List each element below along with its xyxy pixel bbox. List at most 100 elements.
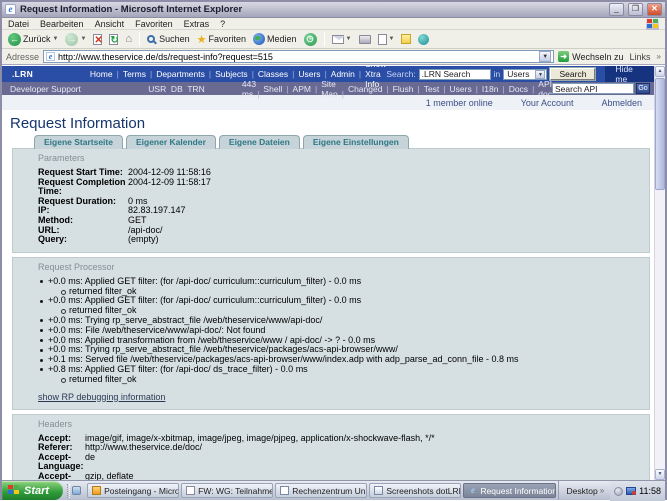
toolbar-separator xyxy=(324,32,325,46)
restore-button[interactable]: ❐ xyxy=(628,3,643,16)
parameter-label: Request Duration: xyxy=(38,197,128,207)
links-chevron-icon[interactable]: » xyxy=(657,52,661,61)
tab[interactable]: Eigene Dateien xyxy=(219,135,300,149)
developer-link[interactable]: API doc xyxy=(538,79,552,99)
discuss-button[interactable] xyxy=(399,33,413,45)
back-button[interactable]: ← Zurück ▼ xyxy=(6,32,60,47)
address-dropdown-icon[interactable]: ▼ xyxy=(539,51,551,62)
page-title: Request Information xyxy=(2,110,654,135)
logout-link[interactable]: Abmelden xyxy=(601,98,642,108)
start-button[interactable]: Start xyxy=(2,481,63,500)
lrn-search-submit-button[interactable]: Search xyxy=(550,68,595,80)
tab[interactable]: Eigene Einstellungen xyxy=(303,135,409,149)
lrn-nav-link[interactable]: Home xyxy=(90,69,123,79)
lrn-nav-link[interactable]: Classes xyxy=(258,69,298,79)
tab[interactable]: Eigene Startseite xyxy=(34,135,123,149)
menu-item[interactable]: Ansicht xyxy=(95,19,125,29)
desktop-chevron-icon[interactable]: » xyxy=(600,486,604,495)
edit-button[interactable]: ▼ xyxy=(376,33,397,46)
api-search-input[interactable] xyxy=(552,83,634,94)
taskbar-button[interactable]: Posteingang - Micros... xyxy=(87,483,179,498)
minimize-button[interactable]: _ xyxy=(609,3,624,16)
edit-dropdown-icon[interactable]: ▼ xyxy=(389,36,395,42)
edit-icon xyxy=(378,34,387,45)
address-input-box[interactable]: e ▼ xyxy=(43,50,554,63)
parameter-row: Query: (empty) xyxy=(38,235,643,245)
lrn-nav-link[interactable]: Admin xyxy=(331,69,365,79)
lrn-nav-link[interactable]: Subjects xyxy=(215,69,258,79)
menu-item[interactable]: Bearbeiten xyxy=(40,19,84,29)
lrn-logo[interactable]: .LRN xyxy=(2,69,90,79)
print-icon xyxy=(359,35,371,44)
your-account-link[interactable]: Your Account xyxy=(521,98,574,108)
lrn-nav-link[interactable]: Terms xyxy=(123,69,156,79)
developer-link[interactable]: Docs xyxy=(509,84,539,94)
scrollbar-thumb[interactable] xyxy=(655,78,665,190)
hide-me-link[interactable]: Hide me xyxy=(605,66,654,82)
mail-button[interactable]: ▼ xyxy=(330,34,354,45)
tray-clock-icon[interactable] xyxy=(614,487,623,496)
print-button[interactable] xyxy=(357,34,373,45)
tab[interactable]: Eigener Kalender xyxy=(126,135,216,149)
tray-time: 11:58 xyxy=(639,486,661,496)
forward-button[interactable]: → ▼ xyxy=(63,32,88,47)
developer-link[interactable]: Changed xyxy=(348,84,393,94)
developer-link[interactable]: Shell xyxy=(263,84,292,94)
go-button[interactable]: ➜ Wechseln zu xyxy=(558,51,623,62)
menu-item[interactable]: Extras xyxy=(184,19,210,29)
parameters-heading: Parameters xyxy=(38,153,643,163)
taskbar-button[interactable]: Screenshots dotLRN... xyxy=(369,483,461,498)
parameter-value: /api-doc/ xyxy=(128,226,643,236)
header-label: Accept-Language: xyxy=(38,453,85,472)
parameter-value: GET xyxy=(128,216,643,226)
stop-button[interactable]: ✕ xyxy=(91,33,104,46)
tray-network-icon[interactable] xyxy=(626,487,636,495)
toolbar-handle[interactable] xyxy=(67,484,70,498)
lrn-nav-link[interactable]: Departments xyxy=(156,69,215,79)
developer-link[interactable]: Test xyxy=(424,84,450,94)
menu-item[interactable]: Favoriten xyxy=(135,19,173,29)
request-processor-heading: Request Processor xyxy=(38,262,643,272)
menu-item[interactable]: ? xyxy=(220,19,225,29)
api-search-go-button[interactable]: Go xyxy=(636,83,650,94)
mail-icon xyxy=(332,35,344,44)
developer-link[interactable]: I18n xyxy=(482,84,509,94)
taskbar-button[interactable]: Rechenzentrum Uni K... xyxy=(275,483,367,498)
content-panels: Parameters Request Start Time: 2004-12-0… xyxy=(2,148,654,480)
taskbar-button[interactable]: e Request Information ... xyxy=(463,483,555,498)
media-button[interactable]: Medien xyxy=(251,32,299,46)
quick-launch-icon[interactable] xyxy=(72,486,81,495)
parameter-label: Request Completion Time: xyxy=(38,178,128,197)
taskbar-button-label: Request Information ... xyxy=(480,486,555,496)
scrollbar-track[interactable] xyxy=(655,191,665,469)
scroll-up-icon[interactable]: ▲ xyxy=(655,66,665,77)
address-label: Adresse xyxy=(6,52,39,62)
developer-link[interactable]: 443 ms xyxy=(242,79,264,99)
developer-link[interactable]: APM xyxy=(293,84,322,94)
rp-debug-link[interactable]: show RP debugging information xyxy=(38,392,165,402)
history-button[interactable]: ◷ xyxy=(302,32,319,47)
search-button[interactable]: Suchen xyxy=(145,33,192,45)
developer-support-link[interactable]: Developer Support xyxy=(2,84,148,94)
address-input[interactable] xyxy=(58,52,536,62)
address-bar: Adresse e ▼ ➜ Wechseln zu Links » xyxy=(2,49,665,65)
scroll-down-icon[interactable]: ▼ xyxy=(655,469,665,480)
close-button[interactable]: ✕ xyxy=(647,3,662,16)
forward-dropdown-icon[interactable]: ▼ xyxy=(80,36,86,42)
developer-link[interactable]: Flush xyxy=(393,84,424,94)
header-row: Accept-Encoding: gzip, deflate xyxy=(38,472,643,480)
mail-dropdown-icon[interactable]: ▼ xyxy=(346,36,352,42)
lrn-nav-link[interactable]: Users xyxy=(298,69,330,79)
refresh-button[interactable]: ↻ xyxy=(107,33,120,46)
developer-link[interactable]: Site Map xyxy=(321,79,348,99)
taskbar-button[interactable]: FW: WG: Teilnahme v... xyxy=(181,483,273,498)
messenger-button[interactable] xyxy=(416,33,431,46)
menu-item[interactable]: Datei xyxy=(8,19,29,29)
developer-link[interactable]: Users xyxy=(450,84,482,94)
back-dropdown-icon[interactable]: ▼ xyxy=(53,36,59,42)
home-button[interactable]: ⌂ xyxy=(123,32,134,46)
favorites-button[interactable]: ★ Favoriten xyxy=(195,32,248,47)
desktop-toolbar-label[interactable]: Desktop » xyxy=(567,486,605,496)
links-toolbar-label[interactable]: Links xyxy=(630,52,651,62)
vertical-scrollbar[interactable]: ▲ ▼ xyxy=(654,66,665,480)
